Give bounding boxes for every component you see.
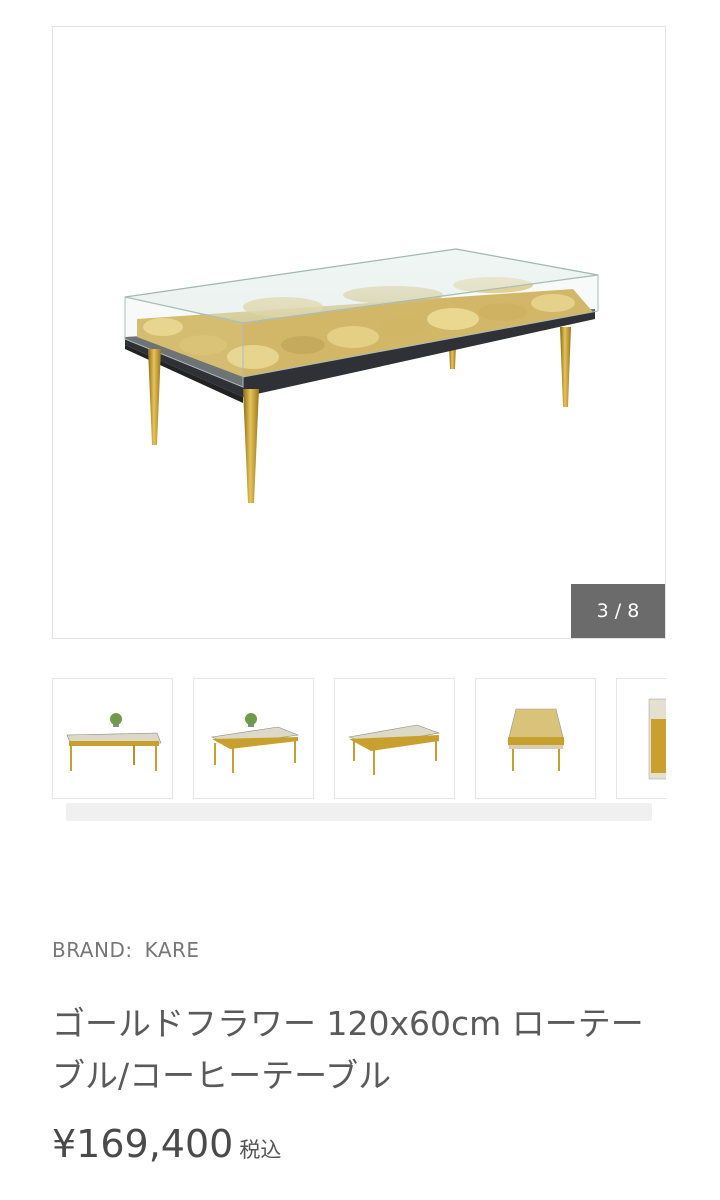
thumbnail-scrollbar[interactable] — [66, 803, 652, 821]
thumbnail-5[interactable] — [616, 678, 666, 799]
tax-included-label: 税込 — [239, 1138, 282, 1162]
image-counter: 3 / 8 — [571, 584, 665, 638]
thumbnail-1[interactable] — [52, 678, 173, 799]
thumbnail-image — [66, 713, 162, 771]
main-product-image[interactable]: 3 / 8 — [52, 26, 666, 639]
thumbnail-image — [648, 698, 666, 780]
thumbnail-strip[interactable] — [52, 678, 666, 801]
brand-name-link[interactable]: KARE — [145, 938, 200, 962]
thumbnail-image — [210, 713, 300, 773]
thumbnail-3[interactable] — [334, 678, 455, 799]
thumbnail-image — [507, 708, 565, 771]
brand-label: BRAND: — [52, 938, 133, 962]
thumbnail-image — [347, 724, 441, 775]
product-price: ¥169,400 — [52, 1122, 234, 1166]
product-title: ゴールドフラワー 120x60cm ローテーブル/コーヒーテーブル — [52, 1004, 644, 1096]
price-row: ¥169,400 税込 — [52, 1122, 281, 1166]
thumbnail-4[interactable] — [475, 678, 596, 799]
thumbnail-2[interactable] — [193, 678, 314, 799]
table-illustration — [124, 248, 599, 503]
brand-line: BRAND: KARE — [52, 938, 200, 962]
